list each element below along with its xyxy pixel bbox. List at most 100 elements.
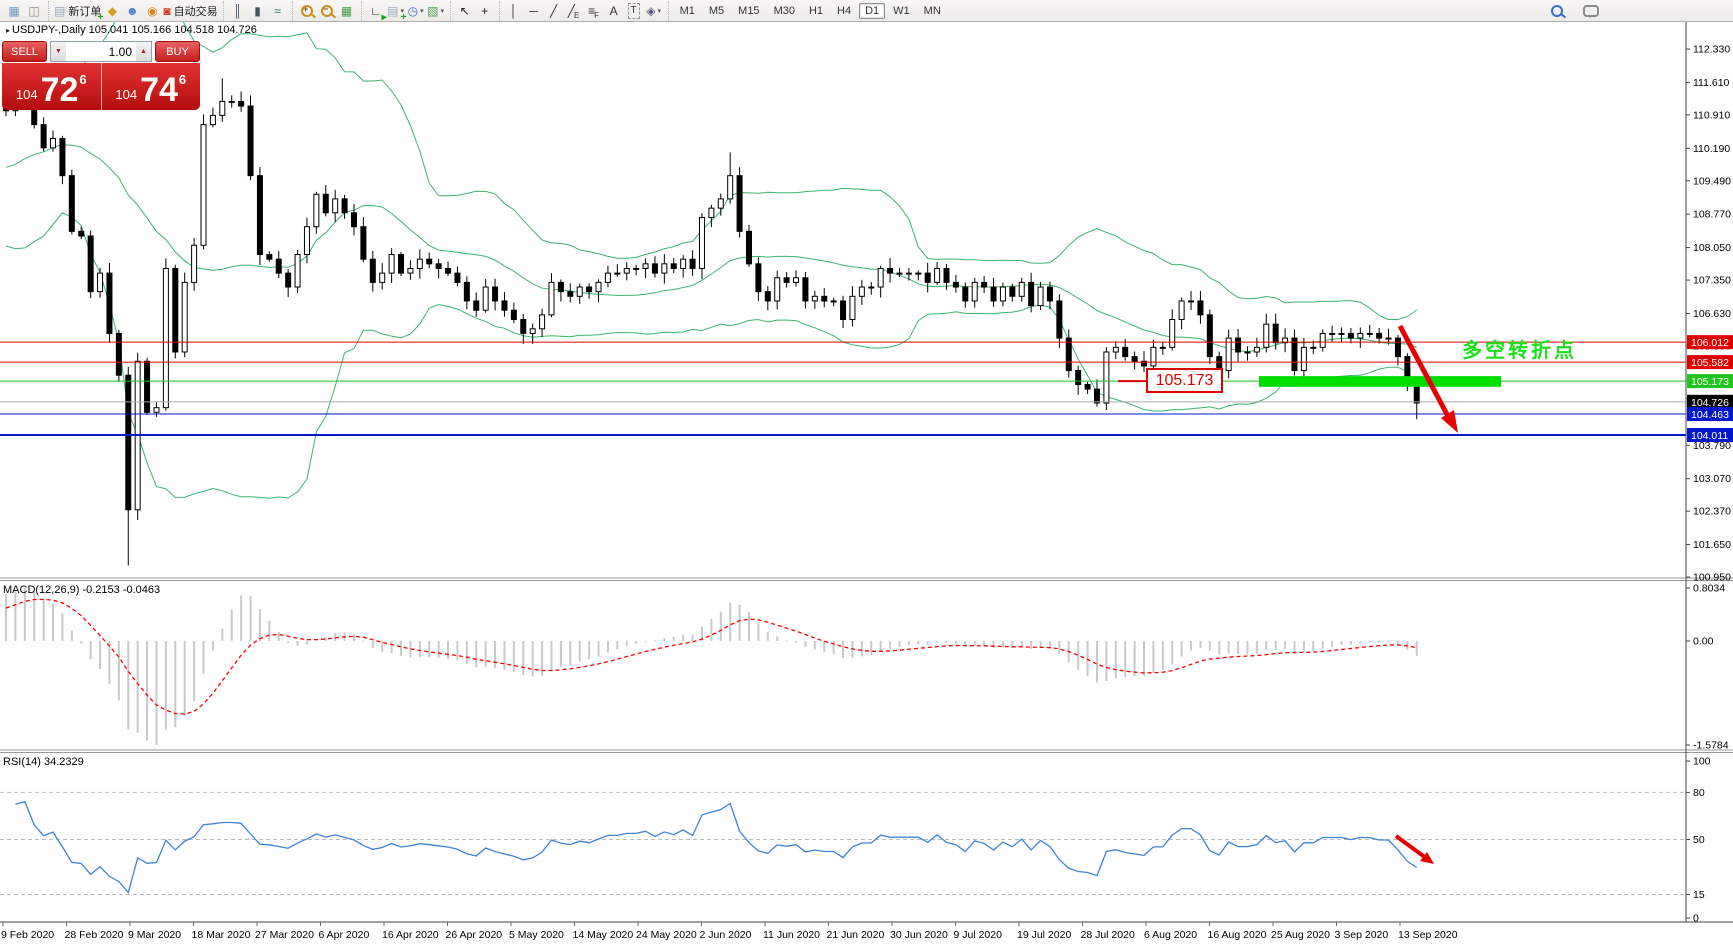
trendline-icon[interactable]: ╱: [545, 2, 563, 20]
svg-text:30 Jun 2020: 30 Jun 2020: [890, 929, 948, 941]
timeframe-m15[interactable]: M15: [732, 3, 765, 19]
volume-input[interactable]: [66, 42, 136, 61]
svg-text:5 May 2020: 5 May 2020: [509, 929, 564, 941]
bollinger-band-lower: [6, 213, 1417, 498]
ask-prefix: 104: [115, 87, 137, 102]
zoom-in-icon[interactable]: +: [298, 2, 316, 20]
price-callout-label[interactable]: 105.173: [1146, 368, 1223, 393]
new-order-icon[interactable]: ▤+新订单: [54, 2, 101, 20]
svg-text:106.630: 106.630: [1693, 308, 1731, 320]
bollinger-band-middle: [6, 145, 1417, 352]
sell-button[interactable]: SELL: [2, 41, 47, 62]
svg-text:3 Sep 2020: 3 Sep 2020: [1335, 929, 1389, 941]
fibonacci-icon[interactable]: ≡F: [585, 2, 603, 20]
chart-profiles-icon[interactable]: ◫: [25, 2, 43, 20]
main-toolbar: ▦◫▤+新订单◆☻◉◙自动交易║▮≈+−▦∟▸▤+▾◷▾▧▾↖+│─╱╱E≡FA…: [0, 0, 1733, 22]
bid-price[interactable]: 104726: [2, 63, 102, 110]
timeframe-m1[interactable]: M1: [674, 3, 701, 19]
chat-icon[interactable]: [1582, 2, 1600, 20]
svg-text:104.726: 104.726: [1691, 397, 1729, 409]
svg-text:21 Jun 2020: 21 Jun 2020: [827, 929, 885, 941]
svg-text:19 Jul 2020: 19 Jul 2020: [1017, 929, 1071, 941]
main-price-pane[interactable]: [0, 0, 1686, 565]
timeframe-m5[interactable]: M5: [703, 3, 730, 19]
svg-text:105.173: 105.173: [1691, 376, 1729, 388]
svg-text:11 Jun 2020: 11 Jun 2020: [763, 929, 820, 941]
expert-advisors-icon[interactable]: ☻: [123, 2, 141, 20]
macd-pane[interactable]: [5, 588, 1418, 745]
buy-button[interactable]: BUY: [155, 41, 200, 62]
svg-text:28 Jul 2020: 28 Jul 2020: [1081, 929, 1135, 941]
indicators-icon[interactable]: ∟▸: [367, 2, 385, 20]
svg-text:28 Feb 2020: 28 Feb 2020: [65, 929, 124, 941]
signals-icon[interactable]: ◉: [143, 2, 161, 20]
svg-text:9 Jul 2020: 9 Jul 2020: [954, 929, 1003, 941]
svg-text:105.582: 105.582: [1691, 357, 1729, 369]
svg-text:9 Mar 2020: 9 Mar 2020: [128, 929, 181, 941]
turning-point-annotation[interactable]: 多空转折点: [1462, 334, 1577, 363]
svg-text:108.050: 108.050: [1693, 242, 1731, 254]
text-label-icon[interactable]: T: [625, 2, 643, 20]
ask-pip: 6: [179, 72, 186, 87]
indicator-add-icon[interactable]: ▤+▾: [387, 2, 405, 20]
svg-text:110.190: 110.190: [1693, 143, 1730, 155]
chart-title-text: USDJPY-,Daily 105.041 105.166 104.518 10…: [12, 24, 257, 36]
candlestick-chart-icon[interactable]: ▮: [249, 2, 267, 20]
auto-trading-icon[interactable]: ◙自动交易: [163, 2, 217, 20]
bid-ask-display: 104726 104746: [2, 63, 200, 110]
timeframe-mn[interactable]: MN: [918, 3, 947, 19]
svg-text:0: 0: [1693, 913, 1699, 925]
template-icon[interactable]: ▧▾: [427, 2, 445, 20]
macd-signal-line: [6, 599, 1417, 714]
bid-main: 72: [41, 77, 79, 105]
svg-text:104.011: 104.011: [1691, 430, 1728, 442]
svg-text:100: 100: [1693, 756, 1711, 768]
zoom-out-icon[interactable]: −: [318, 2, 336, 20]
crosshair-icon[interactable]: +: [476, 2, 494, 20]
chart-canvas[interactable]: 112.330111.610110.910110.190109.490108.7…: [0, 0, 1733, 944]
svg-text:0.8034: 0.8034: [1693, 583, 1725, 595]
text-icon[interactable]: A: [605, 2, 623, 20]
svg-text:107.350: 107.350: [1693, 275, 1731, 287]
period-icon[interactable]: ◷▾: [407, 2, 425, 20]
svg-text:27 Mar 2020: 27 Mar 2020: [255, 929, 314, 941]
svg-text:6 Aug 2020: 6 Aug 2020: [1144, 929, 1197, 941]
timeframe-h1[interactable]: H1: [803, 3, 829, 19]
rsi-indicator-label: RSI(14) 34.2329: [3, 756, 84, 768]
volume-decrease-button[interactable]: ▼: [51, 42, 66, 61]
timeframe-h4[interactable]: H4: [831, 3, 857, 19]
rsi-pane[interactable]: [0, 792, 1686, 894]
svg-text:6 Apr 2020: 6 Apr 2020: [319, 929, 370, 941]
timeframe-w1[interactable]: W1: [887, 3, 916, 19]
rsi-down-arrow-annotation[interactable]: [1396, 836, 1434, 864]
shapes-icon[interactable]: ◈▾: [645, 2, 663, 20]
tile-windows-icon[interactable]: ▦: [338, 2, 356, 20]
svg-text:102.370: 102.370: [1693, 506, 1731, 518]
vertical-line-icon[interactable]: │: [505, 2, 523, 20]
svg-text:16 Apr 2020: 16 Apr 2020: [382, 929, 439, 941]
svg-text:110.910: 110.910: [1693, 109, 1730, 121]
ask-price[interactable]: 104746: [102, 63, 201, 110]
chart-collapse-icon[interactable]: ▸: [6, 26, 10, 35]
bid-pip: 6: [79, 72, 86, 87]
svg-text:103.070: 103.070: [1693, 473, 1731, 485]
search-icon[interactable]: [1548, 2, 1566, 20]
svg-text:108.770: 108.770: [1693, 209, 1731, 221]
timeframe-m30[interactable]: M30: [768, 3, 801, 19]
svg-text:-1.5784: -1.5784: [1693, 740, 1729, 752]
svg-text:15: 15: [1693, 889, 1705, 901]
cursor-icon[interactable]: ↖: [456, 2, 474, 20]
svg-text:104.463: 104.463: [1691, 409, 1729, 421]
bid-prefix: 104: [16, 87, 38, 102]
volume-increase-button[interactable]: ▲: [136, 42, 151, 61]
svg-text:0.00: 0.00: [1693, 635, 1714, 647]
timeframe-d1[interactable]: D1: [859, 3, 885, 19]
green-zone-rectangle[interactable]: [1259, 376, 1501, 387]
svg-text:109.490: 109.490: [1693, 175, 1731, 187]
channel-icon[interactable]: ╱E: [565, 2, 583, 20]
new-chart-icon[interactable]: ▦: [5, 2, 23, 20]
horizontal-line-icon[interactable]: ─: [525, 2, 543, 20]
bar-chart-icon[interactable]: ║: [229, 2, 247, 20]
line-chart-icon[interactable]: ≈: [269, 2, 287, 20]
styler-icon[interactable]: ◆: [103, 2, 121, 20]
